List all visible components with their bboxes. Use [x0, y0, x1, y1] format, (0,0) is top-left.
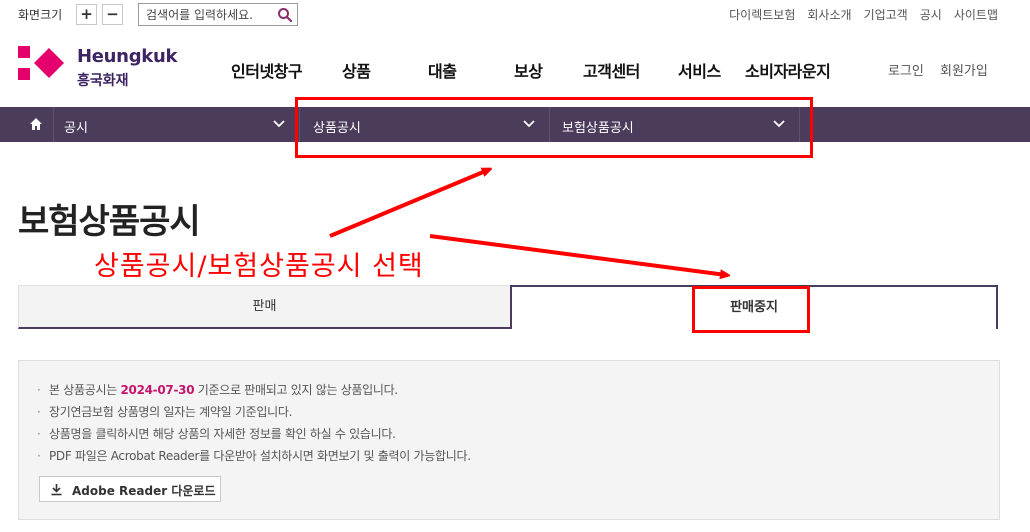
login-link[interactable]: 로그인	[888, 60, 924, 79]
breadcrumb-label: 공시	[64, 121, 88, 136]
logo-name-en[interactable]: Heungkuk	[77, 46, 177, 67]
zoom-out-button[interactable]: −	[102, 4, 123, 25]
util-link-sitemap[interactable]: 사이트맵	[954, 6, 998, 23]
gnb-item-consumer-lounge[interactable]: 소비자라운지	[745, 58, 831, 82]
gnb-item-service[interactable]: 서비스	[678, 58, 721, 82]
notice-item: · 장기연금보험 상품명의 일자는 계약일 기준입니다.	[37, 405, 293, 419]
util-link-corporate[interactable]: 기업고객	[864, 6, 908, 23]
gnb-item-claims[interactable]: 보상	[514, 58, 543, 82]
tab-on-sale[interactable]: 판매	[18, 285, 510, 329]
download-label: Adobe Reader 다운로드	[72, 484, 216, 498]
breadcrumb-item-disclosure[interactable]: 공시	[54, 107, 300, 142]
util-link-direct[interactable]: 다이렉트보험	[729, 6, 795, 23]
notice-list: · 본 상품공시는 2024-07-30 기준으로 판매되고 있지 않는 상품입니…	[37, 379, 471, 467]
gnb-item-customer-center[interactable]: 고객센터	[583, 58, 640, 82]
adobe-reader-download-button[interactable]: Adobe Reader 다운로드	[39, 476, 221, 502]
annotation-highlight-breadcrumb	[295, 97, 813, 158]
logo-name-ko[interactable]: 흥국화재	[77, 70, 129, 90]
notice-item: · 상품명을 클릭하시면 해당 상품의 자세한 정보를 확인 하실 수 있습니다.	[37, 427, 396, 441]
annotation-highlight-tab	[692, 286, 810, 333]
gnb-item-internet[interactable]: 인터넷창구	[231, 58, 303, 82]
search-input[interactable]	[139, 4, 267, 26]
util-link-about[interactable]: 회사소개	[807, 6, 851, 23]
annotation-text: 상품공시/보험상품공시 선택	[94, 251, 424, 282]
search-icon[interactable]	[277, 7, 293, 23]
zoom-in-button[interactable]: +	[76, 4, 97, 25]
util-link-disclosure[interactable]: 공시	[920, 6, 942, 23]
chevron-down-icon	[273, 120, 285, 128]
breadcrumb-home[interactable]	[18, 107, 54, 142]
base-date: 2024-07-30	[120, 383, 195, 397]
search-box	[138, 3, 298, 26]
header: Heungkuk 흥국화재 인터넷창구 상품 대출 보상 고객센터 서비스 소비…	[0, 30, 1030, 107]
gnb-item-products[interactable]: 상품	[342, 58, 371, 82]
notice-box: · 본 상품공시는 2024-07-30 기준으로 판매되고 있지 않는 상품입니…	[18, 360, 1000, 520]
utility-bar: 화면크기 + − 다이렉트보험 회사소개 기업고객 공시 사이트맵	[0, 0, 1030, 30]
zoom-label: 화면크기	[18, 8, 63, 22]
download-icon	[51, 484, 62, 496]
join-link[interactable]: 회원가입	[940, 60, 988, 79]
notice-item: · 본 상품공시는 2024-07-30 기준으로 판매되고 있지 않는 상품입니…	[37, 383, 398, 397]
gnb-item-loan[interactable]: 대출	[428, 58, 457, 82]
logo-mark-icon[interactable]	[18, 46, 66, 80]
notice-item: · PDF 파일은 Acrobat Reader를 다운받아 설치하시면 화면보기…	[37, 449, 471, 463]
page-title: 보험상품공시	[18, 202, 201, 242]
utility-links: 다이렉트보험 회사소개 기업고객 공시 사이트맵	[729, 6, 998, 23]
home-icon	[30, 118, 42, 130]
